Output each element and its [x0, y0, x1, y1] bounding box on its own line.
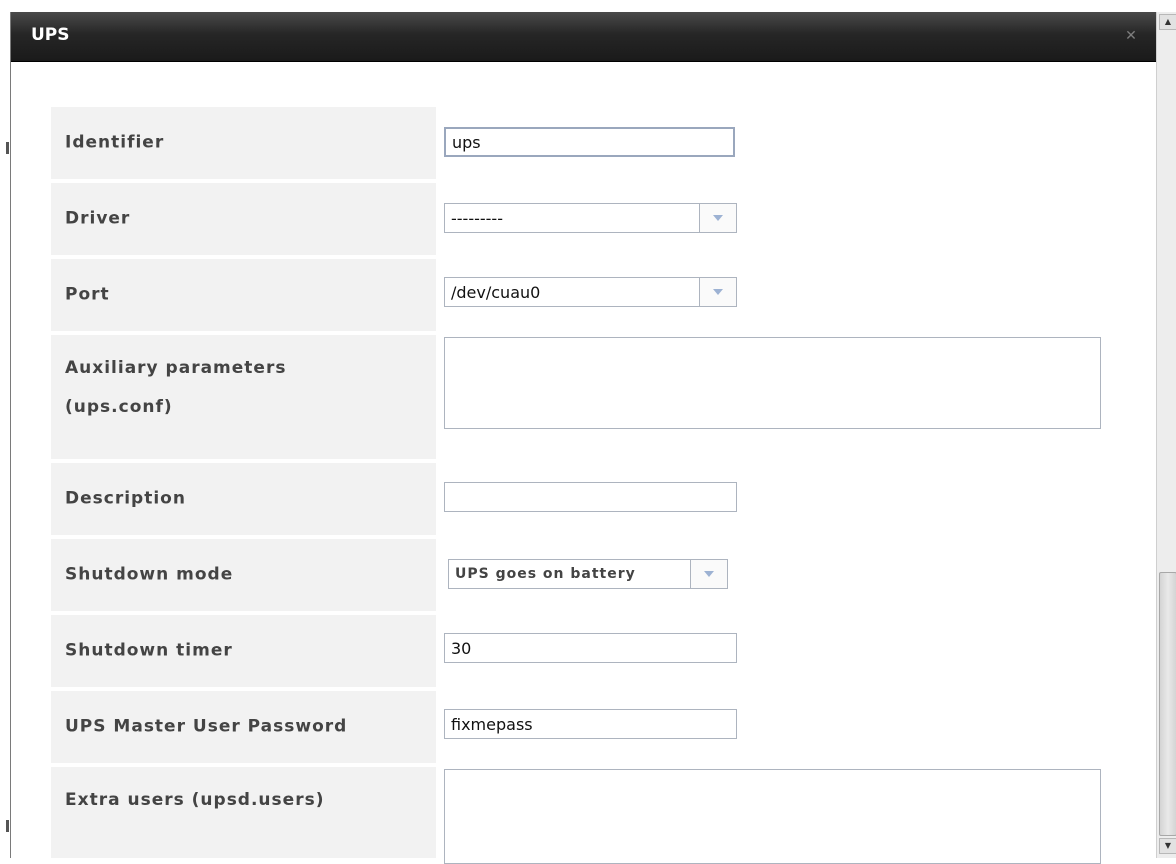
label-cell: Shutdown timer: [51, 615, 436, 687]
shutdown-timer-input[interactable]: [444, 633, 737, 663]
form-row-description: Description: [51, 463, 1141, 535]
form-row-identifier: Identifier: [51, 107, 1141, 179]
label-cell: Identifier: [51, 107, 436, 179]
label-cell: Extra users (upsd.users): [51, 767, 436, 858]
master-password-label: UPS Master User Password: [65, 716, 348, 737]
form-row-extra-users: Extra users (upsd.users): [51, 767, 1141, 864]
label-cell: Driver: [51, 183, 436, 255]
ups-dialog: UPS ✕ Identifier Driver --------- Port /: [10, 12, 1156, 864]
label-cell: Port: [51, 259, 436, 331]
aux-params-label-line2: (ups.conf): [65, 397, 173, 417]
value-cell: [444, 615, 1141, 687]
shutdown-mode-select-value: UPS goes on battery: [455, 566, 636, 582]
shutdown-mode-label: Shutdown mode: [65, 564, 234, 585]
dropdown-button[interactable]: [699, 278, 736, 306]
identifier-input[interactable]: [444, 127, 735, 157]
description-input[interactable]: [444, 482, 737, 512]
dropdown-button[interactable]: [690, 560, 727, 588]
value-cell: [444, 463, 1141, 535]
label-cell: UPS Master User Password: [51, 691, 436, 763]
scroll-up-arrow[interactable]: ▲: [1159, 14, 1176, 30]
value-cell: [444, 691, 1141, 763]
value-cell: [444, 107, 1141, 179]
value-cell: UPS goes on battery: [444, 539, 1141, 611]
chevron-down-icon: [713, 289, 723, 295]
scroll-down-arrow[interactable]: ▼: [1159, 838, 1176, 854]
label-cell: Shutdown mode: [51, 539, 436, 611]
scrollbar-thumb[interactable]: [1159, 572, 1176, 836]
label-cell: Auxiliary parameters (ups.conf): [51, 335, 436, 459]
background-mark: [6, 820, 9, 832]
label-cell: Description: [51, 463, 436, 535]
form-row-aux-params: Auxiliary parameters (ups.conf): [51, 335, 1141, 459]
form-row-port: Port /dev/cuau0: [51, 259, 1141, 331]
aux-params-textarea[interactable]: [444, 337, 1101, 429]
value-cell: [444, 335, 1141, 459]
close-icon[interactable]: ✕: [1124, 29, 1138, 43]
form-row-driver: Driver ---------: [51, 183, 1141, 255]
background-left-edge: [0, 0, 10, 858]
form-row-master-password: UPS Master User Password: [51, 691, 1141, 763]
port-select-value: /dev/cuau0: [451, 283, 541, 302]
shutdown-mode-select[interactable]: UPS goes on battery: [448, 559, 728, 589]
aux-params-label-line1: Auxiliary parameters: [65, 358, 287, 378]
value-cell: /dev/cuau0: [444, 259, 1141, 331]
identifier-label: Identifier: [65, 132, 165, 153]
extra-users-textarea[interactable]: [444, 769, 1101, 864]
shutdown-timer-label: Shutdown timer: [65, 640, 233, 661]
background-mark: [6, 142, 9, 154]
driver-select[interactable]: ---------: [444, 203, 737, 233]
dialog-titlebar[interactable]: UPS ✕: [11, 12, 1156, 62]
aux-params-label: Auxiliary parameters (ups.conf): [65, 349, 286, 427]
driver-label: Driver: [65, 208, 131, 229]
extra-users-label: Extra users (upsd.users): [65, 790, 325, 810]
description-label: Description: [65, 488, 186, 509]
chevron-down-icon: [704, 571, 714, 577]
dialog-title: UPS: [31, 25, 70, 45]
master-password-input[interactable]: [444, 709, 737, 739]
value-cell: ---------: [444, 183, 1141, 255]
port-select[interactable]: /dev/cuau0: [444, 277, 737, 307]
vertical-scrollbar[interactable]: ▲ ▼: [1156, 12, 1176, 858]
chevron-down-icon: [713, 215, 723, 221]
form-row-shutdown-mode: Shutdown mode UPS goes on battery: [51, 539, 1141, 611]
driver-select-value: ---------: [451, 209, 503, 228]
value-cell: [444, 767, 1141, 864]
form-row-shutdown-timer: Shutdown timer: [51, 615, 1141, 687]
port-label: Port: [65, 284, 110, 305]
dropdown-button[interactable]: [699, 204, 736, 232]
